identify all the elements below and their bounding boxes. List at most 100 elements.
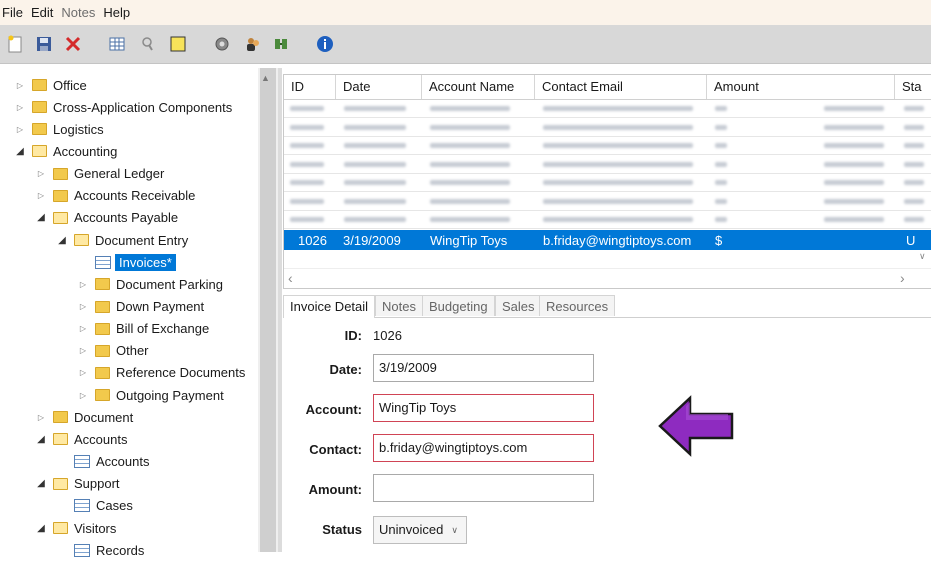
tree-item[interactable]: Invoices* [77,251,176,273]
table-row[interactable] [284,211,931,229]
tree-item-label: Accounting [53,143,118,159]
expand-icon[interactable]: ▷ [77,368,89,377]
search-icon[interactable] [137,33,159,55]
expand-icon[interactable]: ▷ [77,346,89,355]
users-icon[interactable] [242,33,264,55]
tree-item[interactable]: ▷ Office [14,74,87,96]
tree-scrollbar-thumb[interactable] [260,68,276,552]
collapse-icon[interactable]: ◢ [56,235,68,246]
delete-icon[interactable] [62,33,84,55]
expand-icon[interactable]: ▷ [35,191,47,200]
collapse-icon[interactable]: ◢ [35,478,47,489]
amount-field[interactable] [373,474,594,502]
table-row[interactable] [284,137,931,155]
table-row[interactable] [284,174,931,192]
collapse-icon[interactable]: ◢ [35,212,47,223]
menu-help[interactable]: Help [103,5,136,20]
obscured-cell [430,161,510,167]
tree-item[interactable]: ◢ Visitors [35,517,116,539]
expand-icon[interactable]: ▷ [77,280,89,289]
info-icon[interactable] [314,33,336,55]
scroll-up-icon[interactable]: ▲ [261,73,270,83]
tab-budgeting[interactable]: Budgeting [422,295,495,316]
column-header-amount[interactable]: Amount [707,75,895,99]
tree-item[interactable]: ▷ Document [35,406,133,428]
grid-horizontal-scrollbar[interactable]: ‹ › [284,268,931,288]
folder-icon [53,167,68,180]
tab-invoice-detail[interactable]: Invoice Detail [283,295,376,318]
column-header-date[interactable]: Date [336,75,422,99]
tree-item[interactable]: ▷ General Ledger [35,163,164,185]
expand-icon[interactable]: ▷ [14,81,26,90]
tree-item[interactable]: ▷ Reference Documents [77,362,245,384]
folder-icon [95,300,110,313]
tree-item-label: Document Parking [116,276,223,292]
table-row[interactable] [284,100,931,118]
splitter[interactable] [278,68,282,552]
grid-view-icon[interactable] [106,33,128,55]
column-header-contact-email[interactable]: Contact Email [535,75,707,99]
tree-item[interactable]: Records [56,539,144,561]
expand-icon[interactable]: ▷ [77,324,89,333]
connection-icon[interactable] [270,33,292,55]
tree-item[interactable]: ▷ Document Parking [77,273,223,295]
status-select[interactable]: Uninvoiced ∨ [373,516,467,544]
obscured-cell [904,124,924,130]
tree-item[interactable]: ▷ Cross-Application Components [14,96,232,118]
account-field[interactable]: WingTip Toys [373,394,594,422]
tree-item[interactable]: ◢ Document Entry [56,229,188,251]
obscured-cell [430,198,510,204]
tab-resources[interactable]: Resources [539,295,616,316]
expand-icon[interactable]: ▷ [35,413,47,422]
expand-icon[interactable]: ▷ [14,103,26,112]
menu-file[interactable]: File [2,5,29,20]
tab-sales[interactable]: Sales [495,295,542,316]
expand-icon[interactable]: ▷ [14,125,26,134]
cell-status: U [906,233,916,248]
tree-item[interactable]: ▷ Logistics [14,118,104,140]
table-row[interactable] [284,193,931,211]
tree-item[interactable]: ◢ Accounts Payable [35,207,178,229]
column-header-id[interactable]: ID [284,75,336,99]
save-icon[interactable] [33,33,55,55]
id-label: ID: [344,328,362,343]
expand-icon[interactable]: ▷ [77,391,89,400]
expand-icon[interactable]: ▷ [35,169,47,178]
new-document-icon[interactable] [4,33,26,55]
tree-item[interactable]: ◢ Accounting [14,140,117,162]
tab-notes[interactable]: Notes [375,295,423,316]
tree-item[interactable]: ◢ Support [35,473,119,495]
note-icon[interactable] [167,33,189,55]
tree-item[interactable]: ▷ Accounts Receivable [35,185,195,207]
date-field[interactable]: 3/19/2009 [373,354,594,382]
tree-item[interactable]: ▷ Other [77,340,149,362]
tree-item[interactable]: Cases [56,495,133,517]
obscured-cell [344,198,406,204]
obscured-cell [430,217,510,222]
invoice-grid: ID Date Account Name Contact Email Amoun… [283,74,931,289]
menu-edit[interactable]: Edit [31,5,59,20]
column-header-account-name[interactable]: Account Name [422,75,535,99]
tree-item[interactable]: ◢ Accounts [35,428,127,450]
table-row[interactable] [284,119,931,137]
contact-field[interactable]: b.friday@wingtiptoys.com [373,434,594,462]
collapse-icon[interactable]: ◢ [35,523,47,534]
collapse-icon[interactable]: ◢ [14,146,26,157]
settings-icon[interactable] [211,33,233,55]
table-row-selected[interactable]: 1026 3/19/2009 WingTip Toys b.friday@win… [284,230,931,250]
obscured-cell [715,161,727,167]
collapse-icon[interactable]: ◢ [35,434,47,445]
cell-id: 1026 [298,233,327,248]
column-header-status[interactable]: Sta [895,75,931,99]
scroll-down-icon[interactable]: ∨ [919,251,926,262]
tree-item[interactable]: ▷ Bill of Exchange [77,318,209,340]
expand-icon[interactable]: ▷ [77,302,89,311]
scroll-left-icon[interactable]: ‹ [288,270,293,286]
tree-scrollbar[interactable]: ▲ [258,68,278,552]
tree-item[interactable]: ▷ Down Payment [77,296,204,318]
tree-item[interactable]: Accounts [56,451,149,473]
tree-item[interactable]: ▷ Outgoing Payment [77,384,224,406]
scroll-right-icon[interactable]: › [900,270,905,286]
table-row[interactable] [284,156,931,174]
menu-notes[interactable]: Notes [61,5,101,20]
